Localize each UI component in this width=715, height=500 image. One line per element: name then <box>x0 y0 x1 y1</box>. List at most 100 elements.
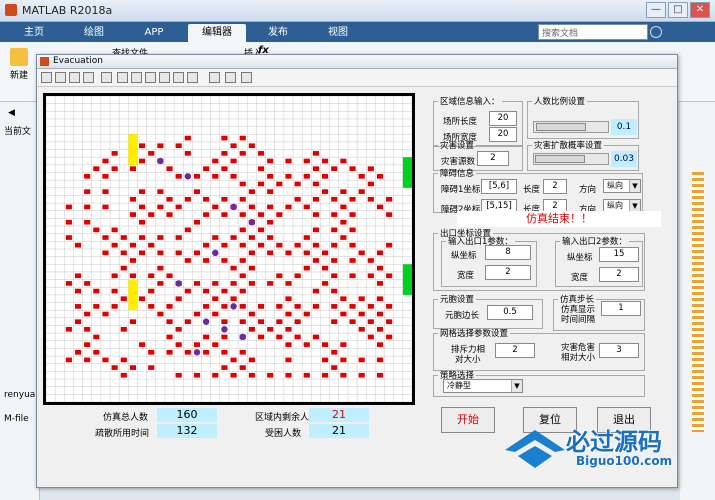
person-cell <box>203 212 210 217</box>
new-figure-icon[interactable] <box>41 72 52 83</box>
pan-icon[interactable] <box>145 72 156 83</box>
disaster-src-input[interactable]: 2 <box>477 151 509 166</box>
repulse-input[interactable]: 2 <box>495 343 535 358</box>
person-cell <box>367 304 374 309</box>
person-cell <box>376 204 384 210</box>
legend-icon[interactable] <box>225 72 236 83</box>
person-cell <box>203 304 210 309</box>
person-cell <box>230 174 237 179</box>
print-icon[interactable] <box>83 72 94 83</box>
person-cell <box>358 311 365 317</box>
new-icon[interactable] <box>10 48 28 66</box>
app-titlebar: MATLAB R2018a — □ ✕ <box>0 0 715 22</box>
person-cell <box>93 166 100 171</box>
open-icon[interactable] <box>55 72 66 83</box>
person-cell <box>84 281 91 286</box>
ratio-slider[interactable] <box>533 121 609 133</box>
area-length-input[interactable]: 20 <box>489 111 517 126</box>
tab-apps[interactable]: APP <box>126 24 182 42</box>
close-button[interactable]: ✕ <box>690 2 710 18</box>
evac-time-label: 疏散所用时间 <box>95 429 150 439</box>
person-cell <box>148 288 155 294</box>
person-cell <box>367 334 374 340</box>
person-cell <box>148 304 155 309</box>
new-button-label[interactable]: 新建 <box>10 68 28 81</box>
chevron-down-icon[interactable]: ▼ <box>629 180 640 192</box>
person-cell <box>111 151 118 156</box>
person-cell <box>193 281 201 286</box>
person-cell <box>129 319 136 324</box>
hazard-input[interactable]: 3 <box>599 343 639 358</box>
person-cell <box>230 357 237 363</box>
person-cell <box>303 342 310 347</box>
tab-editor[interactable]: 编辑器 <box>188 24 246 42</box>
rotate-icon[interactable] <box>159 72 170 83</box>
obstacle1-coord-input[interactable]: [5,6] <box>481 179 517 194</box>
tab-view[interactable]: 视图 <box>310 24 366 42</box>
person-cell <box>129 273 136 279</box>
person-cell <box>285 158 292 164</box>
person-cell <box>239 273 246 279</box>
person-cell <box>248 372 255 378</box>
person-cell <box>349 212 356 217</box>
exit1-w-input[interactable]: 2 <box>485 265 531 280</box>
pointer-icon[interactable] <box>101 72 112 83</box>
person-cell <box>65 357 72 363</box>
obstacle1-dir-label: 方向 <box>579 185 597 195</box>
person-cell <box>230 296 237 302</box>
minimize-button[interactable]: — <box>646 2 666 18</box>
person-cell <box>312 304 319 309</box>
tab-plots[interactable]: 绘图 <box>66 24 122 42</box>
colorbar-icon[interactable] <box>209 72 220 83</box>
person-cell <box>376 281 384 286</box>
datacursor-icon[interactable] <box>173 72 184 83</box>
person-cell <box>239 227 246 233</box>
help-icon[interactable] <box>650 26 662 38</box>
person-cell <box>65 281 72 286</box>
area-length-label: 场所长度 <box>443 117 478 127</box>
strategy-select[interactable]: 冷静型 ▼ <box>443 379 523 393</box>
search-docs-input[interactable]: 搜索文档 <box>538 24 648 40</box>
plot-tools-icon[interactable] <box>241 72 252 83</box>
exit2-w-input[interactable]: 2 <box>599 267 639 282</box>
interval-input[interactable]: 1 <box>601 301 641 316</box>
obstacle1-dir-select[interactable]: 纵向 ▼ <box>603 179 641 193</box>
hazard-cell <box>193 349 201 356</box>
chevron-down-icon[interactable]: ▼ <box>511 380 522 392</box>
person-cell <box>248 250 255 256</box>
person-cell <box>203 196 210 202</box>
person-cell <box>276 212 283 217</box>
spread-slider-thumb[interactable] <box>534 155 585 163</box>
person-cell <box>294 319 301 324</box>
person-cell <box>303 372 310 378</box>
person-cell <box>221 196 228 202</box>
hazard-cell <box>175 280 182 287</box>
tab-home[interactable]: 主页 <box>6 24 62 42</box>
person-cell <box>267 174 274 179</box>
cell-side-input[interactable]: 0.5 <box>487 305 533 320</box>
person-cell <box>331 273 338 279</box>
person-cell <box>267 204 274 210</box>
tab-publish[interactable]: 发布 <box>250 24 306 42</box>
person-cell <box>367 258 374 263</box>
back-arrow-icon[interactable]: ◀ <box>8 108 18 118</box>
person-cell <box>175 250 182 256</box>
spread-slider[interactable] <box>533 153 609 165</box>
person-cell <box>276 334 283 340</box>
person-cell <box>221 135 228 141</box>
obstacle1-len-input[interactable]: 2 <box>543 179 567 194</box>
start-button[interactable]: 开始 <box>441 407 495 433</box>
mfile-label: M-file <box>4 414 29 424</box>
total-people-label: 仿真总人数 <box>103 413 149 423</box>
person-cell <box>74 304 82 309</box>
save-icon[interactable] <box>69 72 80 83</box>
maximize-button[interactable]: □ <box>668 2 688 18</box>
zoom-out-icon[interactable] <box>131 72 142 83</box>
person-cell <box>239 288 246 294</box>
zoom-in-icon[interactable] <box>117 72 128 83</box>
person-cell <box>312 212 319 217</box>
ratio-slider-thumb[interactable] <box>536 123 587 131</box>
exit1-y-input[interactable]: 8 <box>485 245 531 260</box>
brush-icon[interactable] <box>187 72 198 83</box>
exit2-y-input[interactable]: 15 <box>599 247 639 262</box>
